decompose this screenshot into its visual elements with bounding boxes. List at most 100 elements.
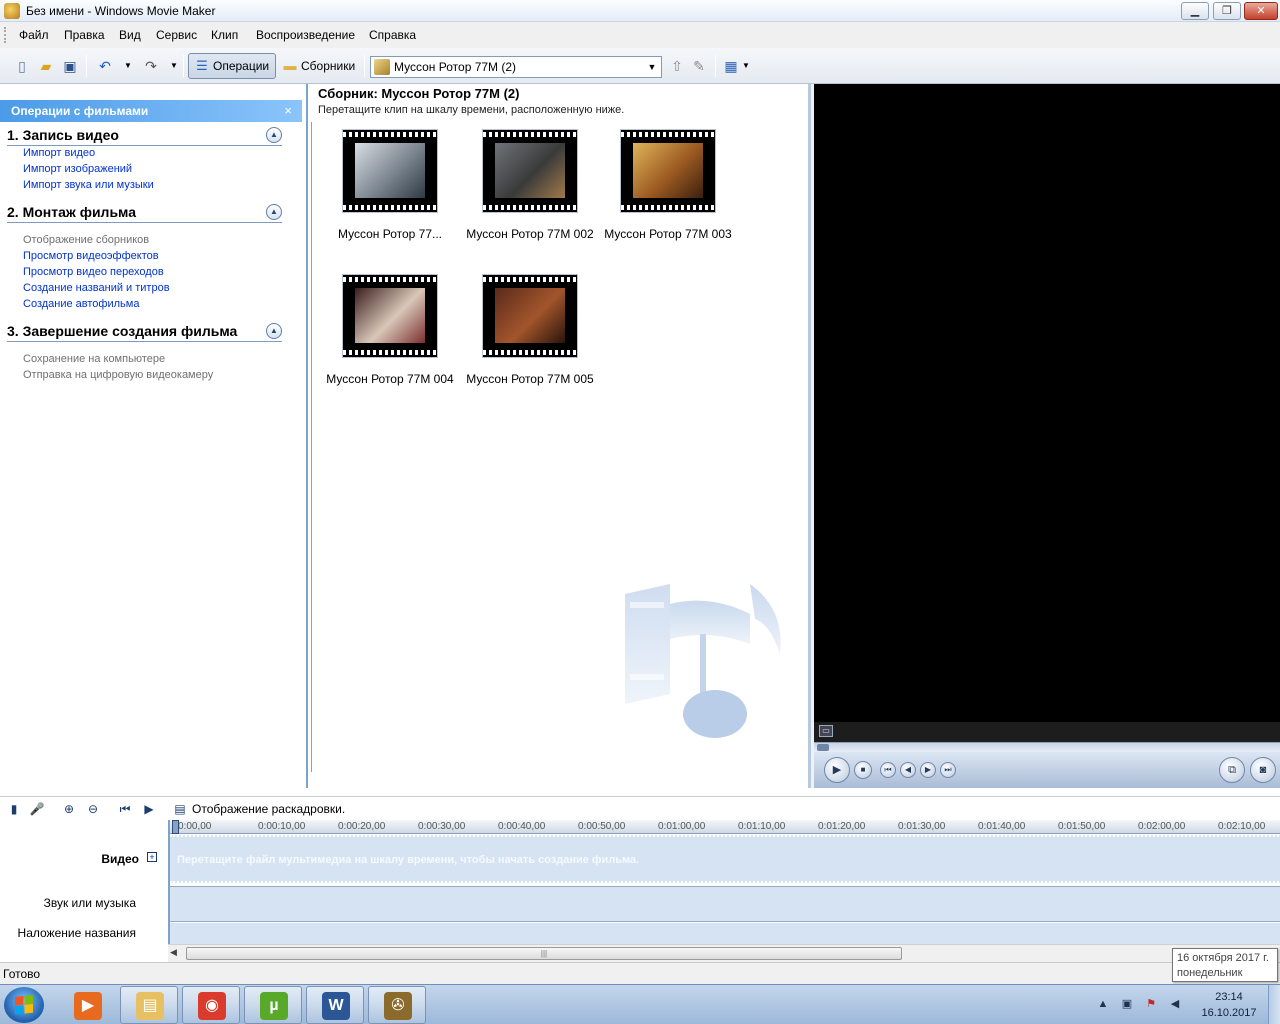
toolbar-separator (715, 55, 716, 77)
collections-label: Сборники (301, 59, 356, 73)
menu-file[interactable]: Файл (19, 28, 49, 42)
network-icon[interactable]: ▣ (1120, 997, 1134, 1011)
playhead[interactable] (172, 820, 179, 834)
clip-preview-image (355, 143, 425, 198)
chevron-down-icon[interactable]: ▼ (645, 58, 659, 76)
taskbar-app-button[interactable]: ✇ (368, 986, 426, 1024)
task-view-effects[interactable]: Просмотр видеоэффектов (23, 250, 159, 262)
set-audio-levels-icon[interactable]: ▮ (6, 801, 22, 817)
forward-button[interactable]: ▶ (920, 762, 936, 778)
menu-bar: Файл Правка Вид Сервис Клип Воспроизведе… (0, 22, 1280, 48)
section-capture-video[interactable]: 1. Запись видео ▲ (7, 126, 282, 146)
next-frame-button[interactable]: ⏭ (940, 762, 956, 778)
rewind-timeline-icon[interactable]: ⏮ (117, 801, 133, 817)
play-timeline-icon[interactable]: ▶ (141, 801, 157, 817)
task-make-titles[interactable]: Создание названий и титров (23, 282, 170, 294)
task-import-audio[interactable]: Импорт звука или музыки (23, 179, 154, 191)
ruler-tick-label: 0:00:30,00 (418, 821, 466, 832)
split-clip-button[interactable]: ⧉ (1219, 757, 1245, 783)
taskbar-app-button[interactable]: ▶ (58, 986, 116, 1024)
taskbar-app-button[interactable]: ◉ (182, 986, 240, 1024)
open-project-icon[interactable]: ▰ (37, 57, 55, 75)
up-level-icon[interactable]: ⇧ (668, 57, 686, 75)
zoom-out-icon[interactable]: ⊖ (85, 801, 101, 817)
redo-icon[interactable]: ↷ (142, 57, 160, 75)
collection-contents-pane: Сборник: Муссон Ротор 77М (2) Перетащите… (310, 84, 806, 788)
video-track[interactable]: Перетащите файл мультимедиа на шкалу вре… (170, 835, 1280, 883)
clip-thumbnail[interactable]: Муссон Ротор 77М 005 (460, 274, 594, 394)
task-import-pictures[interactable]: Импорт изображений (23, 163, 132, 175)
scroll-left-icon[interactable]: ◀ (170, 947, 177, 958)
menu-tools[interactable]: Сервис (156, 28, 197, 42)
collapse-section-icon[interactable]: ▲ (266, 323, 282, 339)
scroll-thumb[interactable]: ||| (186, 947, 902, 960)
redo-dropdown-icon[interactable]: ▼ (165, 57, 183, 75)
operations-toggle-button[interactable]: ☰ Операции (188, 53, 277, 79)
clip-thumbnail[interactable]: Муссон Ротор 77... (320, 129, 450, 249)
title-overlay-track[interactable] (170, 923, 1280, 944)
taskbar-clock[interactable]: 23:14 16.10.2017 (1196, 989, 1262, 1021)
timeline-scrollbar[interactable]: ◀ ||| (168, 944, 1280, 962)
previous-frame-button[interactable]: ⏮ (880, 762, 896, 778)
menu-view[interactable]: Вид (119, 28, 141, 42)
seek-bar[interactable] (814, 742, 1280, 752)
undo-dropdown-icon[interactable]: ▼ (119, 57, 137, 75)
menu-clip[interactable]: Клип (211, 28, 238, 42)
undo-icon[interactable]: ↶ (96, 57, 114, 75)
views-dropdown-icon[interactable]: ▼ (737, 57, 755, 75)
narrate-timeline-icon[interactable]: 🎤 (29, 801, 45, 817)
collapse-section-icon[interactable]: ▲ (266, 127, 282, 143)
start-button[interactable] (4, 987, 44, 1023)
menu-help[interactable]: Справка (369, 28, 416, 42)
audio-track[interactable] (170, 886, 1280, 922)
collections-toggle-button[interactable]: ▬ Сборники (276, 53, 362, 79)
save-project-icon[interactable]: ▣ (61, 57, 79, 75)
storyboard-icon[interactable]: ▤ (172, 801, 188, 817)
zoom-in-icon[interactable]: ⊕ (61, 801, 77, 817)
new-project-icon[interactable]: ▯ (13, 57, 31, 75)
restore-button[interactable]: ❐ (1213, 2, 1241, 20)
movie-maker-app-icon[interactable] (4, 3, 20, 19)
expand-track-icon[interactable]: + (147, 852, 157, 862)
show-storyboard-button[interactable]: Отображение раскадровки. (192, 802, 345, 816)
task-import-video[interactable]: Импорт видео (23, 147, 95, 159)
menu-edit[interactable]: Правка (64, 28, 105, 42)
stop-button[interactable]: ■ (854, 761, 872, 779)
collapse-section-icon[interactable]: ▲ (266, 204, 282, 220)
clip-thumbnail[interactable]: Муссон Ротор 77М 003 (598, 129, 732, 249)
minimize-button[interactable]: ▁ (1181, 2, 1209, 20)
menu-grip[interactable] (4, 27, 7, 43)
task-automovie[interactable]: Создание автофильма (23, 298, 139, 310)
close-pane-icon[interactable]: × (284, 100, 292, 122)
film-perforation (343, 205, 437, 210)
section-finish-movie[interactable]: 3. Завершение создания фильма ▲ (7, 322, 282, 342)
taskbar-app-button[interactable]: W (306, 986, 364, 1024)
utorrent-icon: µ (260, 992, 288, 1020)
time-ruler[interactable]: 0:00,00 0:00:10,00 0:00:20,00 0:00:30,00 0:0… (170, 820, 1280, 834)
movie-tasks-pane: Операции с фильмами × 1. Запись видео ▲ … (0, 84, 308, 788)
new-collection-icon[interactable]: ✎ (690, 57, 708, 75)
play-button[interactable]: ▶ (824, 757, 850, 783)
film-perforation (621, 132, 715, 137)
volume-icon[interactable]: ◀ (1168, 997, 1182, 1011)
word-icon: W (322, 992, 350, 1020)
menu-playback[interactable]: Воспроизведение (256, 28, 355, 42)
taskbar-app-button[interactable]: µ (244, 986, 302, 1024)
windows-logo-icon (15, 995, 33, 1015)
full-screen-icon[interactable]: ▭ (819, 725, 833, 737)
taskbar-app-button[interactable]: ▤ (120, 986, 178, 1024)
clip-name: Муссон Ротор 77М 004 (326, 372, 454, 386)
collection-dropdown[interactable]: Муссон Ротор 77М (2) ▼ (370, 56, 662, 78)
task-view-transitions[interactable]: Просмотр видео переходов (23, 266, 164, 278)
take-picture-button[interactable]: ◙ (1250, 757, 1276, 783)
close-button[interactable]: ✕ (1244, 2, 1278, 20)
rewind-button[interactable]: ◀ (900, 762, 916, 778)
collection-icon (374, 59, 390, 75)
section-edit-movie[interactable]: 2. Монтаж фильма ▲ (7, 203, 282, 223)
show-hidden-icons-icon[interactable]: ▲ (1096, 997, 1110, 1011)
clip-thumbnail[interactable]: Муссон Ротор 77М 004 (320, 274, 454, 394)
show-desktop-button[interactable] (1268, 985, 1280, 1024)
action-center-icon[interactable]: ⚑ (1144, 997, 1158, 1011)
clip-thumbnail[interactable]: Муссон Ротор 77М 002 (460, 129, 594, 249)
seek-thumb[interactable] (817, 744, 829, 751)
